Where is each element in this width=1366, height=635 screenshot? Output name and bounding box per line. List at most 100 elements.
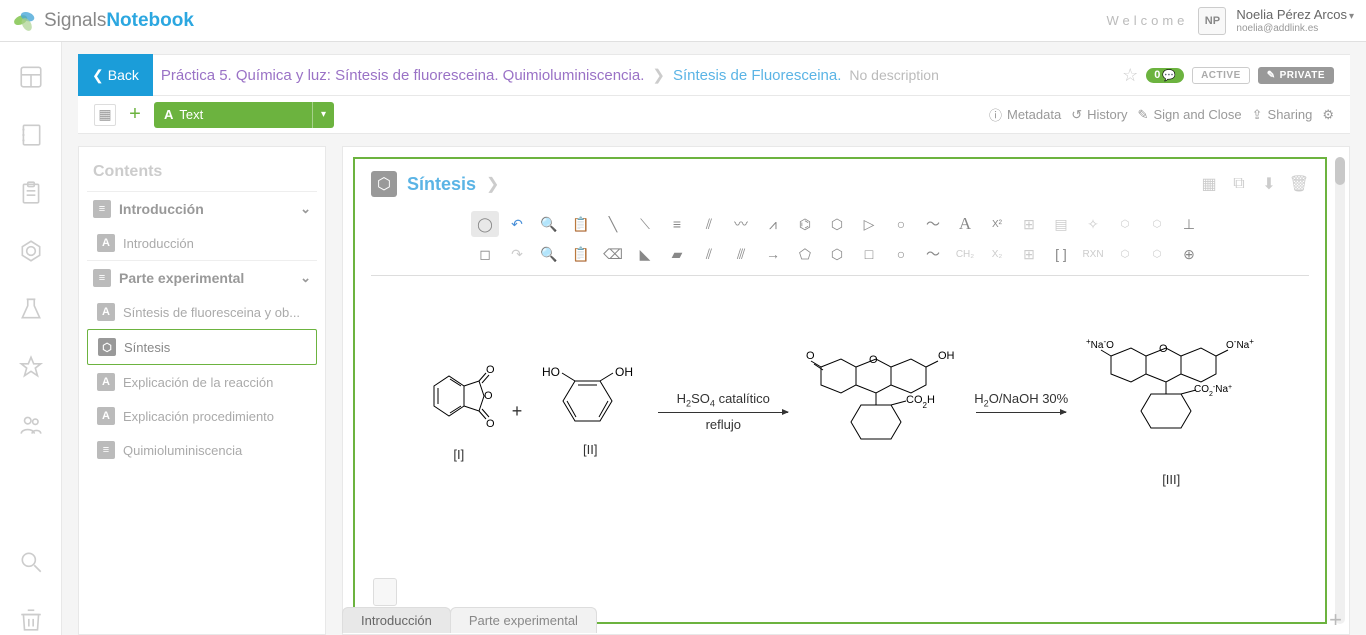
zoom-in-icon[interactable]: 🔍 bbox=[535, 211, 563, 237]
status-active-pill[interactable]: ACTIVE bbox=[1192, 67, 1250, 84]
stamp-icon[interactable]: ⊥ bbox=[1175, 211, 1203, 237]
target-icon[interactable]: ⊕ bbox=[1175, 241, 1203, 267]
tab-introduccion[interactable]: Introducción bbox=[342, 607, 451, 633]
eraser-icon[interactable]: ⌫ bbox=[599, 241, 627, 267]
clipboard-corner-icon[interactable] bbox=[373, 578, 397, 606]
trash-icon[interactable]: 🗑 bbox=[1289, 174, 1309, 194]
breadcrumb-parent[interactable]: Práctica 5. Química y luz: Síntesis de f… bbox=[161, 67, 645, 84]
rail-notebook-icon[interactable] bbox=[16, 120, 46, 150]
add-tab-icon[interactable]: + bbox=[1321, 607, 1350, 633]
name-hex2-icon[interactable]: ⬡ bbox=[1111, 241, 1139, 267]
sidebar-item-explicacion-procedimiento[interactable]: A Explicación procedimiento bbox=[87, 399, 317, 433]
grid-icon[interactable]: ▦ bbox=[1199, 174, 1219, 194]
text-tool-icon[interactable]: A bbox=[951, 211, 979, 237]
undo-icon[interactable]: ↶ bbox=[503, 211, 531, 237]
ph-hex2-icon[interactable]: ⬡ bbox=[1143, 241, 1171, 267]
grid2-icon[interactable]: ⊞ bbox=[1015, 241, 1043, 267]
tilde2-icon[interactable]: 〜 bbox=[919, 241, 947, 267]
rail-flask-icon[interactable] bbox=[16, 294, 46, 324]
comment-badge[interactable]: 0💬 bbox=[1146, 68, 1184, 83]
sharing-button[interactable]: ⇪Sharing bbox=[1252, 107, 1313, 123]
chain-icon[interactable]: ⩘ bbox=[759, 211, 787, 237]
zoom-out-icon[interactable]: 🔍 bbox=[535, 241, 563, 267]
rail-trash-icon[interactable] bbox=[16, 605, 46, 635]
bond-hash-icon[interactable]: ⫽ bbox=[695, 211, 723, 237]
back-button[interactable]: ❮Back bbox=[78, 54, 153, 96]
bond-double-icon[interactable]: ⫽ bbox=[695, 241, 723, 267]
reaction-scheme[interactable]: OOO [I] + HO OH [ bbox=[371, 336, 1309, 487]
bond-wedge-icon[interactable]: ◣ bbox=[631, 241, 659, 267]
marquee-tool-icon[interactable]: ◻ bbox=[471, 241, 499, 267]
layout-toggle-icon[interactable]: ▦ bbox=[94, 104, 116, 126]
tilde-icon[interactable]: 〜 bbox=[919, 211, 947, 237]
bond-single-icon[interactable]: ╲ bbox=[599, 211, 627, 237]
rail-star-icon[interactable] bbox=[16, 352, 46, 382]
hexagon2-icon[interactable]: ⬡ bbox=[823, 241, 851, 267]
chevron-down-icon: ⌄ bbox=[300, 201, 311, 217]
bond-bold-icon[interactable]: ▰ bbox=[663, 241, 691, 267]
sign-icon: ✎ bbox=[1138, 107, 1149, 123]
sidebar-item-introduccion[interactable]: A Introducción bbox=[87, 226, 317, 260]
clipboard-icon[interactable]: 📋 bbox=[567, 241, 595, 267]
metadata-button[interactable]: ⓘMetadata bbox=[989, 105, 1061, 124]
sidebar-item-quimioluminiscencia[interactable]: ≡ Quimioluminiscencia bbox=[87, 433, 317, 467]
bracket-icon[interactable]: [ ] bbox=[1047, 241, 1075, 267]
status-private-pill[interactable]: ✎PRIVATE bbox=[1258, 67, 1334, 84]
sidebar-item-sintesis-fluoresceina[interactable]: A Síntesis de fluoresceina y ob... bbox=[87, 295, 317, 329]
history-button[interactable]: ↺History bbox=[1071, 107, 1127, 123]
user-email: noelia@addlink.es bbox=[1236, 23, 1354, 35]
circle-icon[interactable]: ○ bbox=[887, 211, 915, 237]
rail-clipboard-icon[interactable] bbox=[16, 178, 46, 208]
triangle-icon[interactable]: ▷ bbox=[855, 211, 883, 237]
bond-wavy-icon[interactable]: 〰 bbox=[727, 211, 755, 237]
scrollbar-thumb[interactable] bbox=[1335, 157, 1345, 185]
circle2-icon[interactable]: ○ bbox=[887, 241, 915, 267]
app-logo[interactable]: SignalsNotebook bbox=[12, 8, 194, 34]
template-grid-icon[interactable]: ⊞ bbox=[1015, 211, 1043, 237]
rxn-name-icon[interactable]: RXN bbox=[1079, 241, 1107, 267]
block-title[interactable]: Síntesis bbox=[407, 174, 476, 195]
clean-icon[interactable]: ✧ bbox=[1079, 211, 1107, 237]
name-hex-icon[interactable]: ⬡ bbox=[1111, 211, 1139, 237]
text-icon: A bbox=[97, 234, 115, 252]
bond-dashed-icon[interactable]: ⟍ bbox=[631, 211, 659, 237]
bond-triple-icon[interactable]: ≡ bbox=[663, 211, 691, 237]
tab-parte-experimental[interactable]: Parte experimental bbox=[450, 607, 597, 633]
benzene-icon[interactable]: ⌬ bbox=[791, 211, 819, 237]
download-icon[interactable]: ⬇ bbox=[1259, 174, 1279, 194]
breadcrumb-current[interactable]: Síntesis de Fluoresceina. bbox=[673, 67, 841, 84]
sidebar-item-explicacion-reaccion[interactable]: A Explicación de la reacción bbox=[87, 365, 317, 399]
section-parte-experimental[interactable]: ≡ Parte experimental ⌄ bbox=[87, 260, 317, 295]
pentagon-icon[interactable]: ⬠ bbox=[791, 241, 819, 267]
chevron-left-icon: ❮ bbox=[92, 67, 104, 84]
square-icon[interactable]: □ bbox=[855, 241, 883, 267]
settings-gear-icon[interactable]: ⚙ bbox=[1322, 107, 1334, 123]
section-introduccion[interactable]: ≡ Introducción ⌄ bbox=[87, 191, 317, 226]
block-header: ⬡ Síntesis ❯ ▦ ⧉ ⬇ 🗑 bbox=[371, 171, 1309, 197]
x2-icon[interactable]: X₂ bbox=[983, 241, 1011, 267]
redo-icon[interactable]: ↷ bbox=[503, 241, 531, 267]
rail-cd-icon[interactable] bbox=[16, 236, 46, 266]
scrollbar[interactable] bbox=[1335, 157, 1345, 624]
template-table-icon[interactable]: ▤ bbox=[1047, 211, 1075, 237]
rail-users-icon[interactable] bbox=[16, 410, 46, 440]
ph-hex-icon[interactable]: ⬡ bbox=[1143, 211, 1171, 237]
user-area[interactable]: Welcome NP Noelia Pérez Arcos▾ noelia@ad… bbox=[1106, 7, 1354, 35]
bond-double2-icon[interactable]: ⫻ bbox=[727, 241, 755, 267]
ch2-icon[interactable]: CH₂ bbox=[951, 241, 979, 267]
paste-icon[interactable]: 📋 bbox=[567, 211, 595, 237]
hexagon-icon[interactable]: ⬡ bbox=[823, 211, 851, 237]
rail-search-icon[interactable] bbox=[16, 547, 46, 577]
rail-dashboard-icon[interactable] bbox=[16, 62, 46, 92]
copy-icon[interactable]: ⧉ bbox=[1229, 174, 1249, 194]
top-bar: SignalsNotebook Welcome NP Noelia Pérez … bbox=[0, 0, 1366, 42]
superscript-icon[interactable]: X² bbox=[983, 211, 1011, 237]
add-icon[interactable]: + bbox=[124, 104, 146, 126]
add-text-dropdown[interactable]: AText bbox=[154, 102, 334, 128]
lasso-tool-icon[interactable]: ◯ bbox=[471, 211, 499, 237]
sign-close-button[interactable]: ✎Sign and Close bbox=[1138, 107, 1242, 123]
arrow-tool-icon[interactable]: → bbox=[759, 241, 787, 267]
favorite-star-icon[interactable]: ☆ bbox=[1122, 65, 1138, 86]
svg-text:O: O bbox=[484, 390, 493, 402]
sidebar-item-sintesis[interactable]: ⬡ Síntesis bbox=[87, 329, 317, 365]
